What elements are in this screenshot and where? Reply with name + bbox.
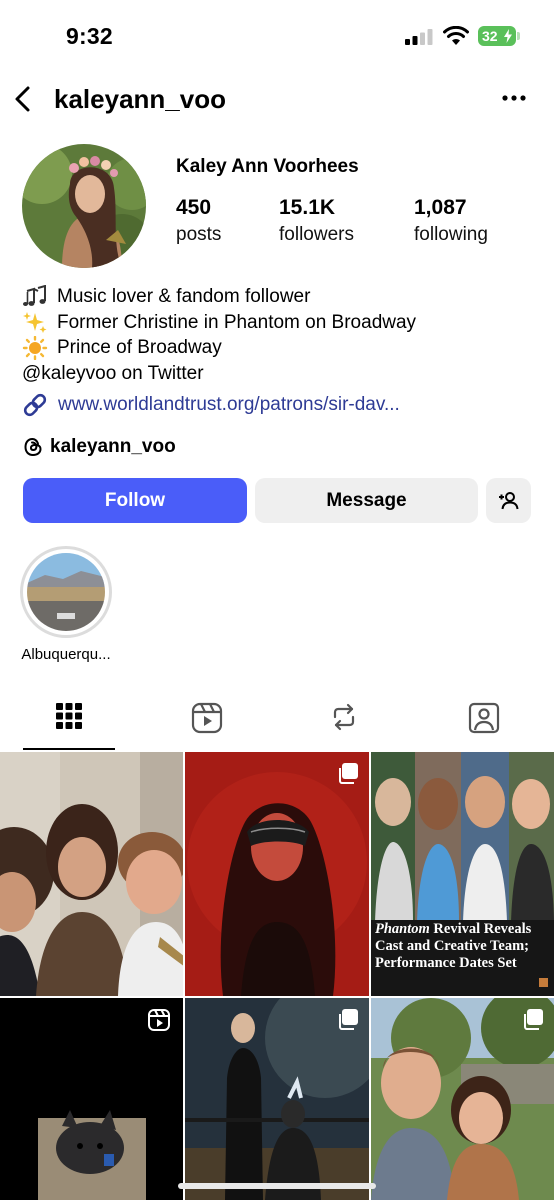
profile-link[interactable]: www.worldlandtrust.org/patrons/sir-dav..… [22,392,400,418]
tab-posts-grid[interactable] [23,696,115,748]
display-name: Kaley Ann Voorhees [176,156,359,177]
caption-title: Phantom [375,921,430,937]
post-image [185,752,369,996]
bio-text: Music lover & fandom follower [57,286,311,307]
stat-label: followers [279,224,354,245]
profile-header: kaleyann_voo [0,74,554,124]
following-count[interactable]: 1,087 following [414,196,488,246]
home-indicator[interactable] [178,1183,376,1189]
link-icon [23,393,47,417]
post-tile[interactable] [185,752,369,996]
carousel-icon [524,1009,543,1030]
bio-text: Former Christine in Phantom on Broadway [57,311,417,333]
tagged-person-icon [468,702,500,734]
bio-line: Former Christine in Phantom on Broadway [22,310,542,336]
post-tile[interactable]: Phantom Revival Reveals Cast and Creativ… [371,752,554,996]
add-person-icon [498,491,518,509]
sun-icon [22,335,48,360]
stat-count: 15.1K [279,196,336,219]
post-tile[interactable] [185,998,369,1200]
grid-icon [56,703,82,729]
message-button[interactable]: Message [255,478,478,523]
bio-line: Prince of Broadway [22,335,542,361]
tab-tagged[interactable] [438,696,530,748]
post-tile[interactable] [0,752,183,996]
followers-count[interactable]: 15.1K followers [279,196,354,246]
carousel-icon [339,763,358,784]
tab-reposts[interactable] [298,696,390,748]
cellular-signal-icon [405,29,433,45]
bio-line: @kaleyvoo on Twitter [22,361,542,387]
stat-label: following [414,224,488,245]
stat-label: posts [176,224,222,245]
threads-badge[interactable]: kaleyann_voo [22,436,176,458]
highlight-label: Albuquerqu... [21,646,111,663]
status-bar: 9:32 32 [0,0,554,72]
sparkles-icon [23,312,47,334]
post-image [0,752,183,996]
suggest-people-button[interactable] [486,478,531,523]
music-notes-icon [23,284,46,306]
profile-avatar[interactable] [22,144,146,268]
tab-reels[interactable] [161,696,253,748]
wifi-icon [443,26,469,45]
repost-icon [333,703,355,731]
reels-icon [191,702,223,734]
posts-count[interactable]: 450 posts [176,196,221,246]
bio-line: Music lover & fandom follower [22,284,542,310]
story-highlight[interactable]: Albuquerqu... [14,546,118,663]
bio-text: @kaleyvoo on Twitter [22,362,204,384]
post-tile[interactable] [0,998,183,1200]
threads-icon [24,437,42,457]
active-tab-indicator [23,748,115,750]
carousel-icon [339,1009,358,1030]
battery-nub [517,32,520,40]
header-username: kaleyann_voo [54,84,226,114]
battery-level: 32 [482,28,498,44]
post-caption: Phantom Revival Reveals Cast and Creativ… [375,921,554,972]
profile-bio: Music lover & fandom follower Former Chr… [22,284,542,386]
reel-indicator-icon [148,1009,170,1031]
highlight-cover [27,553,105,631]
stat-count: 450 [176,196,212,219]
follow-button[interactable]: Follow [23,478,247,523]
back-chevron-icon[interactable] [10,82,34,116]
link-url[interactable]: www.worldlandtrust.org/patrons/sir-dav..… [58,394,400,416]
highlight-ring [20,546,112,638]
bio-text: Prince of Broadway [57,337,222,358]
post-tile[interactable] [371,998,554,1200]
stat-count: 1,087 [414,196,467,219]
more-options-icon[interactable] [500,90,528,106]
profile-tabs [0,696,554,748]
threads-username: kaleyann_voo [50,436,176,457]
charging-bolt-icon [504,29,512,43]
avatar-photo [22,144,146,268]
status-time: 9:32 [66,23,113,49]
battery-icon: 32 [478,26,516,46]
